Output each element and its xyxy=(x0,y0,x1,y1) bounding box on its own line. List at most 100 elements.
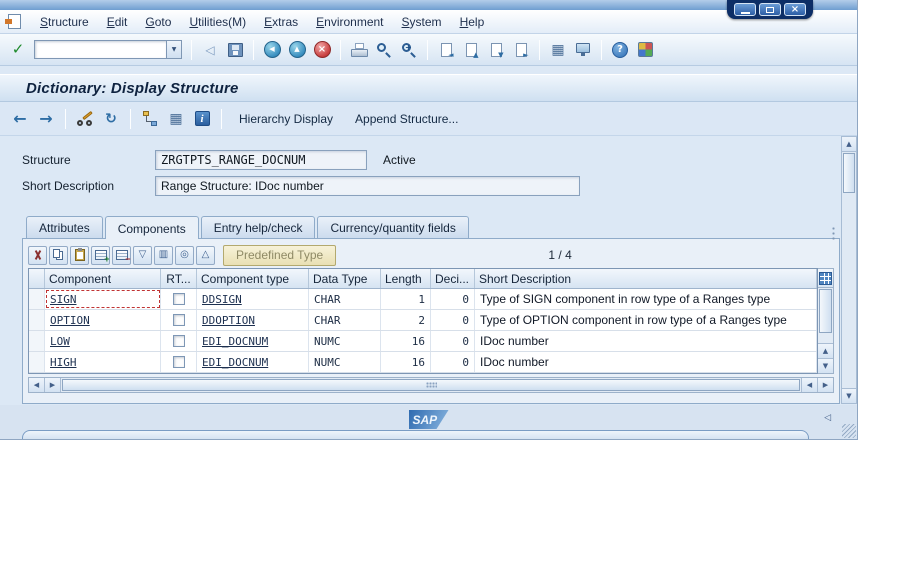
component-type-cell[interactable]: EDI_DOCNUM xyxy=(197,331,309,351)
menu-extras[interactable]: Extras xyxy=(255,12,307,32)
choose-button[interactable]: ◎ xyxy=(175,246,194,265)
find-next-button[interactable]: + xyxy=(398,39,420,61)
table-vscroll-thumb[interactable] xyxy=(819,289,832,333)
hscroll-track[interactable] xyxy=(61,378,801,392)
component-cell[interactable]: HIGH xyxy=(45,352,161,372)
scroll-left-button[interactable]: ◀ xyxy=(29,378,45,392)
save-button[interactable] xyxy=(224,39,246,61)
back-button[interactable]: ◀ xyxy=(261,39,283,61)
row-selector[interactable] xyxy=(29,352,45,372)
component-type-cell[interactable]: DDOPTION xyxy=(197,310,309,330)
row-selector[interactable] xyxy=(29,310,45,330)
system-menu-icon[interactable] xyxy=(8,14,21,29)
window-scroll-down-button[interactable]: ▼ xyxy=(842,388,856,403)
next-page-button[interactable]: ▼ xyxy=(485,39,507,61)
component-link[interactable]: LOW xyxy=(50,335,70,348)
column-header-rt[interactable]: RT... xyxy=(161,269,197,288)
command-field[interactable] xyxy=(34,40,166,59)
column-header-data-type[interactable]: Data Type xyxy=(309,269,381,288)
technical-info-button[interactable]: i xyxy=(191,108,213,130)
delete-row-button[interactable]: − xyxy=(112,246,131,265)
component-cell[interactable]: SIGN xyxy=(45,289,161,309)
maximize-button[interactable] xyxy=(759,3,781,16)
cut-button[interactable] xyxy=(28,246,47,265)
component-type-link[interactable]: EDI_DOCNUM xyxy=(202,335,268,348)
scroll-right-button[interactable]: ▶ xyxy=(45,378,61,392)
insert-row-button[interactable]: + xyxy=(91,246,110,265)
customize-layout-button[interactable] xyxy=(634,39,656,61)
append-structure-button[interactable]: Append Structure... xyxy=(346,108,467,130)
short-description-field[interactable]: Range Structure: IDoc number xyxy=(155,176,580,196)
structure-field[interactable]: ZRGTPTS_RANGE_DOCNUM xyxy=(155,150,367,170)
menu-environment[interactable]: Environment xyxy=(307,12,392,32)
menu-system[interactable]: System xyxy=(393,12,451,32)
splitter-grip[interactable] xyxy=(831,226,836,241)
column-header-short-description[interactable]: Short Description xyxy=(475,269,817,288)
tab-currency-quantity-fields[interactable]: Currency/quantity fields xyxy=(317,216,468,238)
status-collapse-icon[interactable]: ◁ xyxy=(824,414,831,423)
find-button[interactable] xyxy=(373,39,395,61)
table-scroll-down-button[interactable]: ▼ xyxy=(818,358,833,373)
object-list-button[interactable]: ▦ xyxy=(165,108,187,130)
close-button[interactable]: × xyxy=(784,3,806,16)
component-cell[interactable]: LOW xyxy=(45,331,161,351)
tab-components[interactable]: Components xyxy=(105,216,199,239)
component-link[interactable]: SIGN xyxy=(50,293,77,306)
new-session-button[interactable]: ▦ xyxy=(547,39,569,61)
hierarchy-display-button[interactable]: Hierarchy Display xyxy=(230,108,342,130)
where-used-button[interactable] xyxy=(139,108,161,130)
menu-structure[interactable]: Structure xyxy=(31,12,98,32)
row-selector-header[interactable] xyxy=(29,269,45,288)
column-header-decimals[interactable]: Deci... xyxy=(431,269,475,288)
hscroll-thumb[interactable] xyxy=(62,379,800,391)
scroll-left-button-right[interactable]: ◀ xyxy=(801,378,817,392)
window-resize-grip[interactable] xyxy=(842,424,856,438)
rt-checkbox[interactable] xyxy=(173,314,185,326)
window-vscroll-thumb[interactable] xyxy=(843,153,855,193)
sort-button[interactable]: △ xyxy=(196,246,215,265)
rt-checkbox[interactable] xyxy=(173,293,185,305)
cancel-button[interactable]: × xyxy=(311,39,333,61)
window-scroll-up-button[interactable]: ▲ xyxy=(842,137,856,152)
column-header-component[interactable]: Component xyxy=(45,269,161,288)
predefined-type-button[interactable]: Predefined Type xyxy=(223,245,336,266)
component-cell[interactable]: OPTION xyxy=(45,310,161,330)
component-type-cell[interactable]: DDSIGN xyxy=(197,289,309,309)
component-link[interactable]: OPTION xyxy=(50,314,90,327)
row-selector[interactable] xyxy=(29,331,45,351)
print-button[interactable] xyxy=(348,39,370,61)
copy-button[interactable] xyxy=(49,246,68,265)
menu-edit[interactable]: Edit xyxy=(98,12,137,32)
menu-goto[interactable]: Goto xyxy=(136,12,180,32)
scroll-right-button-right[interactable]: ▶ xyxy=(817,378,833,392)
row-selector[interactable] xyxy=(29,289,45,309)
tab-attributes[interactable]: Attributes xyxy=(26,216,103,238)
column-header-component-type[interactable]: Component type xyxy=(197,269,309,288)
rt-checkbox[interactable] xyxy=(173,335,185,347)
first-page-button[interactable]: ◄ xyxy=(435,39,457,61)
component-type-link[interactable]: EDI_DOCNUM xyxy=(202,356,268,369)
minimize-button[interactable] xyxy=(734,3,756,16)
command-dropdown-button[interactable]: ▼ xyxy=(166,40,182,59)
menu-help[interactable]: Help xyxy=(451,12,494,32)
table-settings-button[interactable] xyxy=(818,269,833,288)
exit-button[interactable]: ▲ xyxy=(286,39,308,61)
menu-utilities[interactable]: Utilities(M) xyxy=(180,12,255,32)
tab-entry-help-check[interactable]: Entry help/check xyxy=(201,216,316,238)
component-type-link[interactable]: DDOPTION xyxy=(202,314,255,327)
column-header-length[interactable]: Length xyxy=(381,269,431,288)
enter-button[interactable]: ✓ xyxy=(7,39,29,61)
table-scroll-up-button[interactable]: ▲ xyxy=(818,343,833,358)
back-nav-button[interactable]: ← xyxy=(9,108,31,130)
refresh-button[interactable]: ↻ xyxy=(100,108,122,130)
previous-page-button[interactable]: ▲ xyxy=(460,39,482,61)
forward-nav-button[interactable]: → xyxy=(35,108,57,130)
help-button[interactable]: ? xyxy=(609,39,631,61)
component-link[interactable]: HIGH xyxy=(50,356,77,369)
filter-button[interactable]: ▽ xyxy=(133,246,152,265)
last-page-button[interactable]: ► xyxy=(510,39,532,61)
rt-checkbox[interactable] xyxy=(173,356,185,368)
component-type-cell[interactable]: EDI_DOCNUM xyxy=(197,352,309,372)
hide-command-field-button[interactable]: ◁ xyxy=(199,39,221,61)
select-columns-button[interactable]: ▥ xyxy=(154,246,173,265)
